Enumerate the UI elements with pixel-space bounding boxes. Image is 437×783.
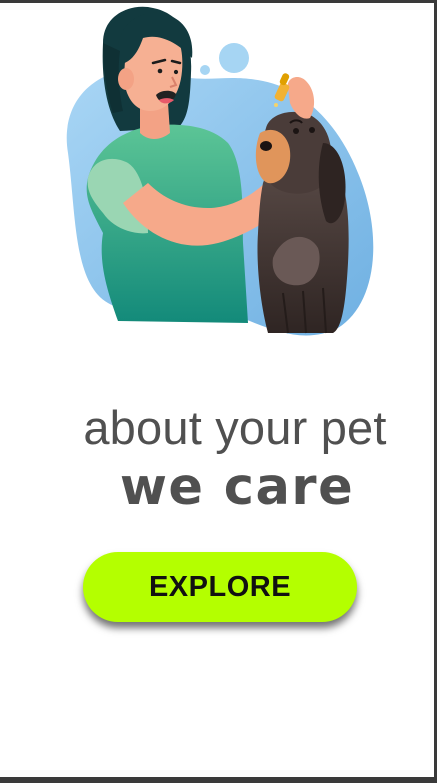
pet-care-illustration — [66, 6, 374, 336]
bottom-bar — [0, 777, 437, 783]
app-screen: about your pet we care EXPLORE — [0, 3, 434, 777]
headline-line-1: about your pet — [83, 401, 387, 454]
headline-line-2: we care — [119, 458, 355, 517]
bubble-small — [200, 65, 210, 75]
bubble-large — [219, 43, 249, 73]
hero-illustration — [48, 3, 388, 338]
explore-button[interactable]: EXPLORE — [83, 552, 357, 622]
